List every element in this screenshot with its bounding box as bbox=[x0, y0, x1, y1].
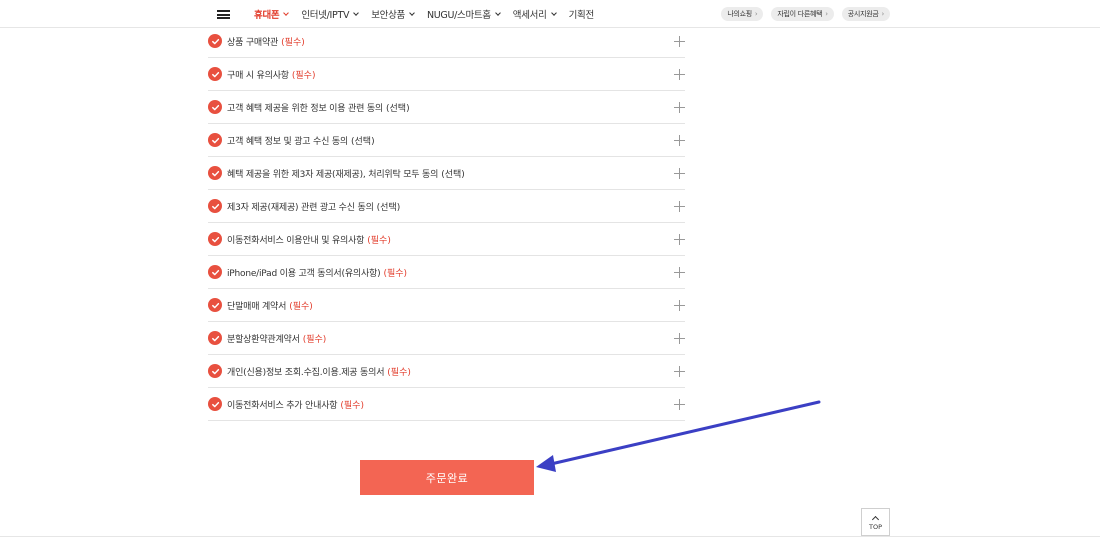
check-circle-icon[interactable] bbox=[208, 232, 222, 246]
agreement-row[interactable]: 이동전화서비스 추가 안내사항 (필수) bbox=[208, 388, 685, 421]
agreement-row[interactable]: 상품 구매약관 (필수) bbox=[208, 25, 685, 58]
agreement-tag: (선택) bbox=[351, 136, 375, 147]
agreement-label: 제3자 제공(재제공) 관련 광고 수신 동의 bbox=[227, 202, 374, 213]
chevron-right-icon: › bbox=[881, 10, 885, 18]
quick-link-label: 자립이 다른혜택 bbox=[777, 10, 823, 18]
plus-icon[interactable] bbox=[674, 267, 685, 278]
plus-icon[interactable] bbox=[674, 333, 685, 344]
chevron-right-icon: › bbox=[754, 10, 758, 18]
caret-up-icon bbox=[871, 515, 880, 523]
chevron-down-icon bbox=[550, 9, 557, 16]
agreement-row[interactable]: 구매 시 유의사항 (필수) bbox=[208, 58, 685, 91]
agreement-label: 상품 구매약관 bbox=[227, 37, 279, 48]
agreement-tag: (필수) bbox=[291, 70, 316, 81]
plus-icon[interactable] bbox=[674, 366, 685, 377]
main-nav: 휴대폰 인터넷/IPTV 보안상품 NUGU/스마트홈 액세서리 기획전 bbox=[254, 0, 607, 28]
chevron-down-icon bbox=[494, 9, 501, 16]
agreement-tag: (필수) bbox=[281, 37, 305, 48]
agreement-label: 분할상환약관계약서 bbox=[227, 334, 300, 345]
agreement-row[interactable]: 분할상환약관계약서 (필수) bbox=[208, 322, 685, 355]
plus-icon[interactable] bbox=[674, 168, 685, 179]
nav-item-nugu-smarthome[interactable]: NUGU/스마트홈 bbox=[426, 7, 501, 21]
check-circle-icon[interactable] bbox=[208, 67, 222, 81]
scroll-top-button[interactable]: TOP bbox=[861, 508, 890, 536]
quick-link-label: 공시지원금 bbox=[847, 10, 879, 18]
chevron-down-icon bbox=[353, 9, 360, 16]
plus-icon[interactable] bbox=[674, 399, 685, 410]
plus-icon[interactable] bbox=[674, 300, 685, 311]
nav-item-accessories[interactable]: 액세서리 bbox=[512, 7, 557, 21]
check-circle-icon[interactable] bbox=[208, 199, 222, 213]
agreement-label: 혜택 제공을 위한 제3자 제공(재제공), 처리위탁 모두 동의 bbox=[227, 169, 439, 180]
top-navigation-bar: 휴대폰 인터넷/IPTV 보안상품 NUGU/스마트홈 액세서리 기획전 나의쇼… bbox=[0, 0, 1100, 28]
agreement-tag: (필수) bbox=[289, 301, 313, 312]
plus-icon[interactable] bbox=[674, 201, 685, 212]
plus-icon[interactable] bbox=[674, 135, 685, 146]
agreement-row[interactable]: 이동전화서비스 이용안내 및 유의사항 (필수) bbox=[208, 223, 685, 256]
nav-item-security[interactable]: 보안상품 bbox=[371, 7, 415, 21]
agreement-tag: (필수) bbox=[340, 400, 364, 411]
nav-item-phone[interactable]: 휴대폰 bbox=[254, 7, 290, 21]
chevron-right-icon: › bbox=[825, 10, 828, 18]
agreement-row[interactable]: 고객 혜택 제공을 위한 정보 이용 관련 동의 (선택) bbox=[208, 91, 685, 124]
order-complete-button[interactable]: 주문완료 bbox=[360, 460, 534, 495]
check-circle-icon[interactable] bbox=[208, 364, 222, 378]
agreement-label: 단말매매 계약서 bbox=[227, 301, 287, 312]
plus-icon[interactable] bbox=[674, 69, 685, 80]
quick-link-my-shopping[interactable]: 나의쇼핑 › bbox=[721, 7, 764, 21]
nav-item-label: 인터넷/IPTV bbox=[301, 10, 350, 21]
nav-item-label: NUGU/스마트홈 bbox=[426, 10, 491, 21]
nav-item-label: 휴대폰 bbox=[254, 10, 280, 21]
nav-item-internet-iptv[interactable]: 인터넷/IPTV bbox=[301, 7, 360, 21]
agreement-label: 고객 혜택 정보 및 광고 수신 동의 bbox=[227, 136, 349, 147]
nav-item-label: 보안상품 bbox=[371, 10, 405, 21]
plus-icon[interactable] bbox=[674, 234, 685, 245]
plus-icon[interactable] bbox=[674, 36, 685, 47]
agreement-tag: (필수) bbox=[383, 268, 408, 279]
agreement-tag: (선택) bbox=[441, 169, 465, 180]
check-circle-icon[interactable] bbox=[208, 100, 222, 114]
agreement-label: 이동전화서비스 추가 안내사항 bbox=[227, 400, 338, 411]
agreement-list: 상품 구매약관 (필수) 구매 시 유의사항 (필수) 고객 혜택 제공을 위한 정보 … bbox=[208, 25, 685, 421]
top-button-label: TOP bbox=[868, 522, 882, 531]
check-circle-icon[interactable] bbox=[208, 265, 222, 279]
check-circle-icon[interactable] bbox=[208, 331, 222, 345]
check-circle-icon[interactable] bbox=[208, 298, 222, 312]
agreement-label: 이동전화서비스 이용안내 및 유의사항 bbox=[227, 235, 365, 246]
divider bbox=[0, 536, 1100, 537]
quick-link-label: 나의쇼핑 bbox=[727, 10, 752, 18]
check-circle-icon[interactable] bbox=[208, 133, 222, 147]
agreement-label: 개인(신용)정보 조회.수집.이용.제공 동의서 bbox=[227, 367, 385, 378]
check-circle-icon[interactable] bbox=[208, 34, 222, 48]
agreement-label: 구매 시 유의사항 bbox=[227, 70, 289, 81]
hamburger-menu-icon[interactable] bbox=[217, 10, 230, 19]
chevron-down-icon bbox=[409, 9, 415, 16]
chevron-down-icon bbox=[283, 9, 290, 16]
agreement-row[interactable]: 단말매매 계약서 (필수) bbox=[208, 289, 685, 322]
nav-item-promotions[interactable]: 기획전 bbox=[568, 7, 595, 21]
quick-link-benefits[interactable]: 자립이 다른혜택 › bbox=[771, 7, 834, 21]
agreement-label: iPhone/iPad 이용 고객 동의서(유의사항) bbox=[227, 268, 381, 279]
agreement-row[interactable]: 고객 혜택 정보 및 광고 수신 동의 (선택) bbox=[208, 124, 685, 157]
plus-icon[interactable] bbox=[674, 102, 685, 113]
agreement-label: 고객 혜택 제공을 위한 정보 이용 관련 동의 bbox=[227, 103, 383, 114]
agreement-tag: (필수) bbox=[387, 367, 411, 378]
agreement-row[interactable]: iPhone/iPad 이용 고객 동의서(유의사항) (필수) bbox=[208, 256, 685, 289]
nav-item-label: 기획전 bbox=[568, 10, 595, 21]
agreement-tag: (선택) bbox=[376, 202, 401, 213]
agreement-row[interactable]: 개인(신용)정보 조회.수집.이용.제공 동의서 (필수) bbox=[208, 355, 685, 388]
agreement-tag: (필수) bbox=[302, 334, 327, 345]
nav-item-label: 액세서리 bbox=[512, 10, 547, 21]
quick-links: 나의쇼핑 › 자립이 다른혜택 › 공시지원금 › bbox=[713, 7, 890, 21]
check-circle-icon[interactable] bbox=[208, 166, 222, 180]
agreement-tag: (필수) bbox=[367, 235, 391, 246]
agreement-row[interactable]: 제3자 제공(재제공) 관련 광고 수신 동의 (선택) bbox=[208, 190, 685, 223]
quick-link-subsidy[interactable]: 공시지원금 › bbox=[841, 7, 890, 21]
agreement-row[interactable]: 혜택 제공을 위한 제3자 제공(재제공), 처리위탁 모두 동의 (선택) bbox=[208, 157, 685, 190]
check-circle-icon[interactable] bbox=[208, 397, 222, 411]
agreement-tag: (선택) bbox=[386, 103, 410, 114]
